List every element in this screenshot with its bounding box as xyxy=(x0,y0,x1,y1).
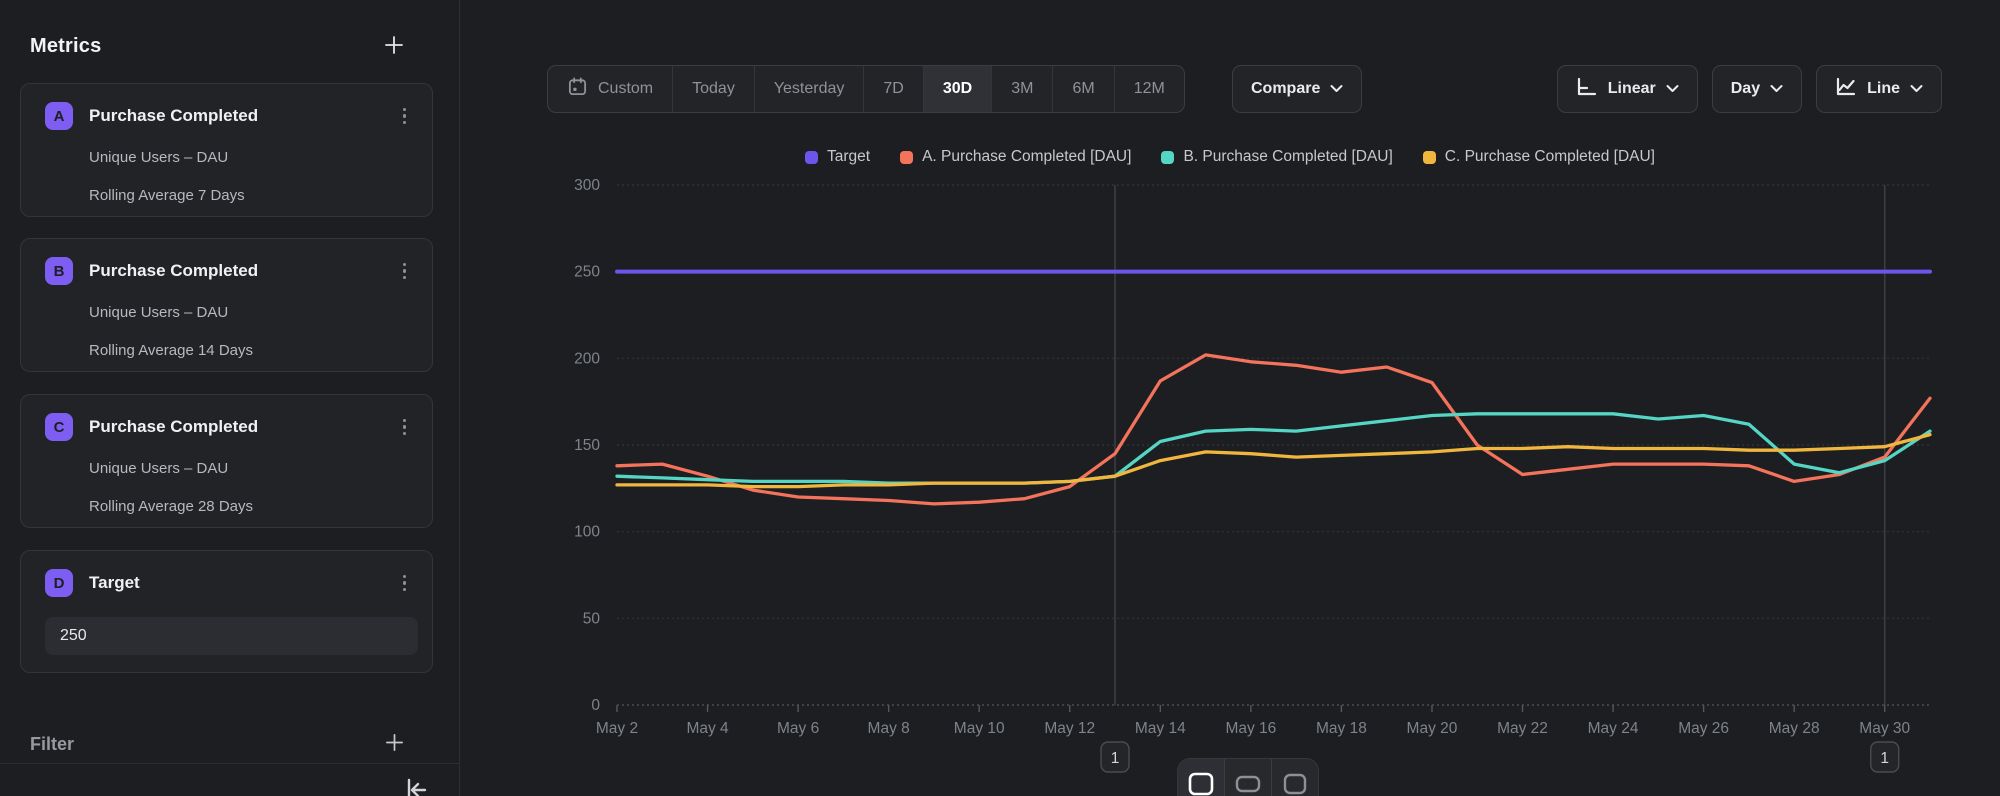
y-axis-tick-label: 250 xyxy=(574,264,600,281)
metric-measurement: Unique Users – DAU xyxy=(89,149,412,166)
y-axis-tick-label: 300 xyxy=(574,177,600,194)
metric-badge-b: B xyxy=(45,257,73,285)
metric-badge-d: D xyxy=(45,569,73,597)
x-axis-tick-label: May 12 xyxy=(1044,720,1095,737)
collapse-sidebar-icon xyxy=(402,778,432,796)
metric-card-b[interactable]: B Purchase Completed Unique Users – DAU … xyxy=(20,238,433,372)
line-chart[interactable]: 0 50 100 150 200 250 300 May 2 May 4 May 6 May 8 Ma… xyxy=(460,0,2000,796)
x-axis-tick-label: May 24 xyxy=(1588,720,1639,737)
chart-size-medium-button[interactable] xyxy=(1225,759,1272,796)
plus-icon xyxy=(383,34,405,59)
plus-icon xyxy=(384,732,405,756)
x-axis-tick-label: May 8 xyxy=(868,720,910,737)
x-axis-tick-label: May 22 xyxy=(1497,720,1548,737)
x-axis-tick-label: May 28 xyxy=(1769,720,1820,737)
metric-card-a[interactable]: A Purchase Completed Unique Users – DAU … xyxy=(20,83,433,217)
kebab-menu-icon[interactable] xyxy=(397,259,413,284)
add-metric-button[interactable] xyxy=(379,30,409,63)
kebab-menu-icon[interactable] xyxy=(397,415,413,440)
x-axis-tick-label: May 16 xyxy=(1225,720,1276,737)
series-line[interactable] xyxy=(617,435,1930,487)
kebab-menu-icon[interactable] xyxy=(397,571,413,596)
small-chart-icon xyxy=(1188,772,1214,796)
metric-measurement: Unique Users – DAU xyxy=(89,304,412,321)
y-axis-tick-label: 0 xyxy=(591,697,600,714)
y-axis-tick-label: 50 xyxy=(583,610,601,627)
medium-chart-icon xyxy=(1235,772,1261,796)
sidebar-header: Metrics xyxy=(0,0,459,63)
chart-size-large-button[interactable] xyxy=(1272,759,1318,796)
x-axis-tick-label: May 26 xyxy=(1678,720,1729,737)
metric-title: Purchase Completed xyxy=(89,106,397,126)
metric-title: Purchase Completed xyxy=(89,261,397,281)
collapse-sidebar-button[interactable] xyxy=(398,774,436,796)
x-axis-tick-label: May 2 xyxy=(596,720,638,737)
metric-transform: Rolling Average 7 Days xyxy=(89,187,412,204)
annotation-badge-label: 1 xyxy=(1880,750,1889,767)
y-axis-tick-label: 150 xyxy=(574,437,600,454)
chart-size-small-button[interactable] xyxy=(1178,759,1225,796)
metric-transform: Rolling Average 14 Days xyxy=(89,342,412,359)
x-axis-tick-label: May 30 xyxy=(1859,720,1910,737)
target-title: Target xyxy=(89,573,397,593)
kebab-menu-icon[interactable] xyxy=(397,104,413,129)
metric-card-c[interactable]: C Purchase Completed Unique Users – DAU … xyxy=(20,394,433,528)
x-axis-tick-label: May 20 xyxy=(1407,720,1458,737)
y-axis-tick-label: 100 xyxy=(574,524,600,541)
x-axis-tick-label: May 14 xyxy=(1135,720,1186,737)
target-value-input[interactable] xyxy=(45,617,418,655)
y-axis-tick-label: 200 xyxy=(574,350,600,367)
metric-title: Purchase Completed xyxy=(89,417,397,437)
x-axis-tick-label: May 6 xyxy=(777,720,819,737)
metric-transform: Rolling Average 28 Days xyxy=(89,498,412,515)
filter-title: Filter xyxy=(30,734,74,755)
metrics-sidebar: Metrics A Purchase Completed Unique User… xyxy=(0,0,460,796)
x-axis-tick-label: May 10 xyxy=(954,720,1005,737)
metrics-title: Metrics xyxy=(30,35,101,58)
sidebar-divider xyxy=(0,763,460,764)
chart-size-toggle xyxy=(1177,758,1319,796)
metric-badge-c: C xyxy=(45,413,73,441)
metric-measurement: Unique Users – DAU xyxy=(89,460,412,477)
x-axis-tick-label: May 18 xyxy=(1316,720,1367,737)
metric-badge-a: A xyxy=(45,102,73,130)
annotation-badge-label: 1 xyxy=(1111,750,1120,767)
target-card[interactable]: D Target xyxy=(20,550,433,673)
x-axis-tick-label: May 4 xyxy=(686,720,729,737)
large-chart-icon xyxy=(1282,772,1308,796)
add-filter-button[interactable] xyxy=(380,728,409,760)
